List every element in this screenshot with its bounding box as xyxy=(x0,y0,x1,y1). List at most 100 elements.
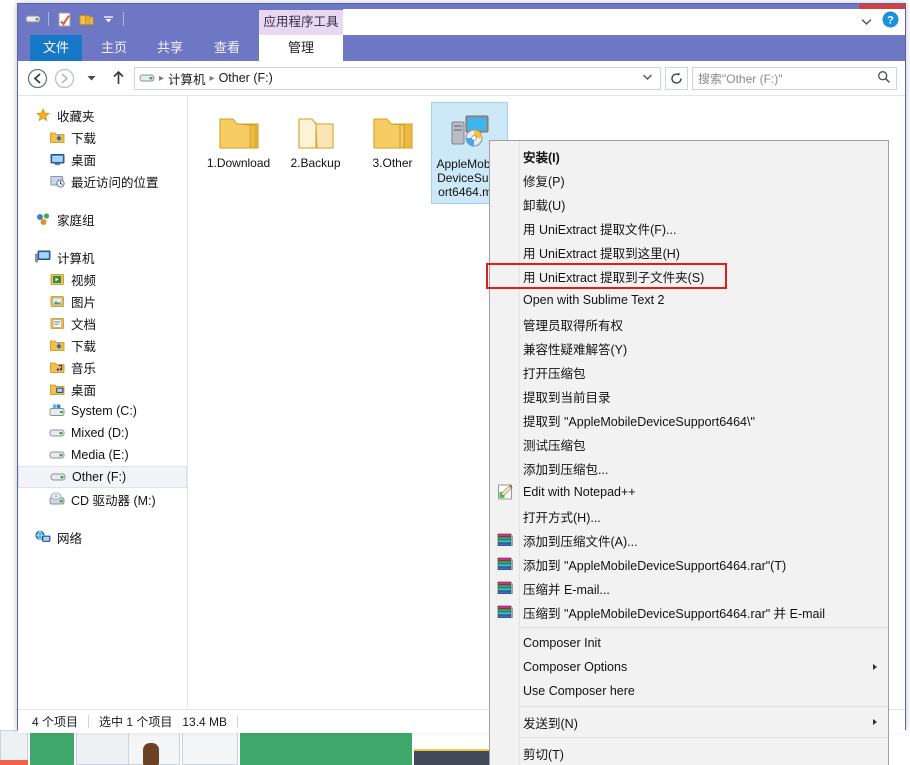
sidebar-item-desktop[interactable]: 桌面 xyxy=(18,148,187,170)
context-menu-item[interactable]: 用 UniExtract 提取文件(F)... xyxy=(490,216,888,240)
drive-icon xyxy=(48,425,66,441)
context-menu-item[interactable]: 剪切(T) xyxy=(490,741,888,765)
context-menu-item-label: Use Composer here xyxy=(523,684,635,698)
sidebar-item-downloads[interactable]: 下载 xyxy=(18,126,187,148)
sidebar-item-downloads-2[interactable]: 下载 xyxy=(18,334,187,356)
context-menu-item[interactable]: 压缩到 "AppleMobileDeviceSupport6464.rar" 并… xyxy=(490,600,888,624)
drive-icon xyxy=(48,447,66,463)
sidebar-item-computer[interactable]: 计算机 xyxy=(18,246,187,268)
sidebar-item-recent-places[interactable]: 最近访问的位置 xyxy=(18,170,187,192)
address-bar-row[interactable]: ▸ 计算机 ▸ Other (F:) 搜索"Other (F:)" xyxy=(18,61,905,95)
refresh-button[interactable] xyxy=(665,66,688,90)
forward-button[interactable] xyxy=(53,67,76,90)
context-menu-item[interactable]: 添加到压缩文件(A)... xyxy=(490,528,888,552)
context-menu[interactable]: 安装(I) 修复(P) 卸载(U) 用 UniExtract 提取文件(F)... 用 … xyxy=(489,140,889,765)
context-menu-item-label: Composer Options xyxy=(523,660,628,674)
winrar-icon xyxy=(496,531,514,549)
breadcrumb[interactable]: ▸ 计算机 ▸ Other (F:) xyxy=(134,66,661,90)
winrar-icon xyxy=(496,603,514,621)
sidebar-item-favorites[interactable]: 收藏夹 xyxy=(18,104,187,126)
file-tile-backup[interactable]: 2.Backup xyxy=(277,102,354,204)
desktop-thumb-accent xyxy=(0,760,28,765)
ribbon-right-controls[interactable]: ? xyxy=(860,9,899,35)
sidebar-item-other-f[interactable]: Other (F:) xyxy=(18,466,187,488)
context-menu-item[interactable]: 添加到压缩包... xyxy=(490,456,888,480)
downloads-icon xyxy=(48,337,66,353)
context-menu-item[interactable]: Use Composer here xyxy=(490,679,888,703)
sidebar-label: 网络 xyxy=(57,531,83,546)
sidebar-item-videos[interactable]: 视频 xyxy=(18,268,187,290)
tab-view[interactable]: 查看 xyxy=(203,35,251,61)
context-menu-item[interactable]: 用 UniExtract 提取到这里(H) xyxy=(490,240,888,264)
tab-share[interactable]: 共享 xyxy=(146,35,194,61)
status-selection: 选中 1 个项目 xyxy=(99,715,173,729)
file-tile-other[interactable]: 3.Other xyxy=(354,102,431,204)
search-icon[interactable] xyxy=(877,70,891,87)
breadcrumb-drive-icon xyxy=(139,72,155,84)
sidebar-item-documents[interactable]: 文档 xyxy=(18,312,187,334)
help-icon[interactable]: ? xyxy=(882,11,899,33)
context-menu-item[interactable]: 提取到当前目录 xyxy=(490,384,888,408)
sidebar-label: 最近访问的位置 xyxy=(71,175,159,190)
desktop-icon xyxy=(48,151,66,167)
status-item-count: 4 个项目 xyxy=(32,715,79,729)
sidebar-item-system-c[interactable]: System (C:) xyxy=(18,400,187,422)
sidebar-item-cd-drive-m[interactable]: CD 驱动器 (M:) xyxy=(18,488,187,510)
context-menu-item[interactable]: 修复(P) xyxy=(490,168,888,192)
context-menu-item[interactable]: 打开方式(H)... xyxy=(490,504,888,528)
sidebar-item-mixed-d[interactable]: Mixed (D:) xyxy=(18,422,187,444)
context-menu-item[interactable]: 添加到 "AppleMobileDeviceSupport6464.rar"(T… xyxy=(490,552,888,576)
context-menu-item[interactable]: 提取到 "AppleMobileDeviceSupport6464\" xyxy=(490,408,888,432)
chevron-down-icon[interactable] xyxy=(860,13,873,31)
context-menu-item[interactable]: 兼容性疑难解答(Y) xyxy=(490,336,888,360)
context-menu-item-label: 卸载(U) xyxy=(523,198,566,213)
breadcrumb-dropdown-icon[interactable] xyxy=(642,72,656,84)
sidebar-item-pictures[interactable]: 图片 xyxy=(18,290,187,312)
sidebar-item-media-e[interactable]: Media (E:) xyxy=(18,444,187,466)
folder-icon xyxy=(370,107,416,153)
desktop-thumb xyxy=(182,730,238,765)
context-menu-item[interactable]: 发送到(N) xyxy=(490,710,888,734)
recent-locations-dropdown[interactable] xyxy=(80,67,103,90)
context-menu-item[interactable]: 卸载(U) xyxy=(490,192,888,216)
context-menu-item[interactable]: Composer Options xyxy=(490,655,888,679)
file-tile-download[interactable]: 1.Download xyxy=(200,102,277,204)
breadcrumb-item-other[interactable]: Other (F:) xyxy=(219,71,273,85)
up-button[interactable] xyxy=(107,67,130,90)
tab-manage[interactable]: 管理 xyxy=(259,35,343,61)
context-menu-item[interactable]: Edit with Notepad++ xyxy=(490,480,888,504)
tab-file[interactable]: 文件 xyxy=(30,35,82,61)
context-menu-item[interactable]: Composer Init xyxy=(490,631,888,655)
submenu-arrow-icon xyxy=(873,664,877,670)
context-menu-item[interactable]: Open with Sublime Text 2 xyxy=(490,288,888,312)
context-menu-items[interactable]: 安装(I) 修复(P) 卸载(U) 用 UniExtract 提取文件(F)... 用 … xyxy=(490,144,888,765)
context-menu-item[interactable]: 用 UniExtract 提取到子文件夹(S) xyxy=(490,264,888,288)
breadcrumb-separator: ▸ xyxy=(159,72,165,84)
recent-places-icon xyxy=(48,173,66,189)
navigation-pane[interactable]: 收藏夹 下载 桌面 最近访问的位置 家庭组 计算机 视频 图片 文档 下载 音乐… xyxy=(18,96,188,709)
context-menu-item[interactable]: 压缩并 E-mail... xyxy=(490,576,888,600)
context-menu-item-label: Edit with Notepad++ xyxy=(523,485,636,499)
search-input[interactable]: 搜索"Other (F:)" xyxy=(692,66,897,90)
folder-open-icon xyxy=(293,107,339,153)
svg-text:?: ? xyxy=(887,15,894,27)
sidebar-label: 收藏夹 xyxy=(57,109,95,124)
sidebar-item-music[interactable]: 音乐 xyxy=(18,356,187,378)
sidebar-gap-2 xyxy=(18,230,187,246)
context-menu-item-label: Open with Sublime Text 2 xyxy=(523,293,665,307)
context-menu-item[interactable]: 安装(I) xyxy=(490,144,888,168)
ribbon-tab-strip[interactable]: 文件 主页 共享 查看 管理 ? xyxy=(18,9,905,61)
sidebar-item-desktop-2[interactable]: 桌面 xyxy=(18,378,187,400)
contextual-tab-application-tools[interactable]: 应用程序工具 xyxy=(259,10,343,35)
sidebar-item-homegroup[interactable]: 家庭组 xyxy=(18,208,187,230)
sidebar-item-network[interactable]: 网络 xyxy=(18,526,187,548)
tab-home[interactable]: 主页 xyxy=(90,35,138,61)
back-button[interactable] xyxy=(26,67,49,90)
desktop-thumb xyxy=(30,730,74,765)
breadcrumb-item-computer[interactable]: 计算机 xyxy=(168,69,206,88)
context-menu-item[interactable]: 管理员取得所有权 xyxy=(490,312,888,336)
context-menu-item[interactable]: 打开压缩包 xyxy=(490,360,888,384)
context-menu-item-label: 压缩并 E-mail... xyxy=(523,582,610,597)
context-menu-item[interactable]: 测试压缩包 xyxy=(490,432,888,456)
context-menu-item-label: Composer Init xyxy=(523,636,601,650)
